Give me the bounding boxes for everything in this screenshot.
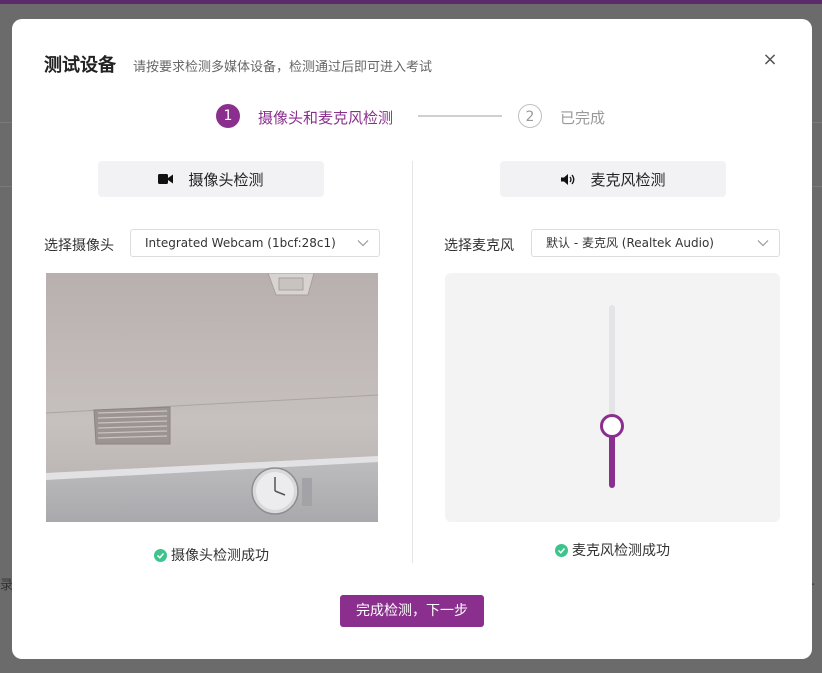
camera-status: 摄像头检测成功 [154,545,269,565]
step-2-indicator: 2 [518,104,542,128]
check-circle-icon [154,548,167,562]
step-1-indicator: 1 [216,104,240,128]
camera-test-button[interactable]: 摄像头检测 [98,161,324,197]
camera-test-label: 摄像头检测 [188,170,264,189]
device-test-dialog: 测试设备 请按要求检测多媒体设备，检测通过后即可进入考试 × 1 摄像头和麦克风… [12,19,812,659]
microphone-status-text: 麦克风检测成功 [572,543,670,559]
speaker-icon [560,173,576,186]
microphone-status: 麦克风检测成功 [555,540,670,560]
background-top-bar [0,0,822,4]
microphone-volume-panel [445,273,780,522]
step-2-label: 已完成 [560,109,606,127]
microphone-select-value: 默认 - 麦克风 (Realtek Audio) [546,236,714,250]
dialog-subtitle: 请按要求检测多媒体设备，检测通过后即可进入考试 [133,60,433,75]
microphone-test-label: 麦克风检测 [590,170,666,189]
chevron-down-icon [357,230,369,256]
finish-test-button[interactable]: 完成检测，下一步 [340,595,484,627]
video-camera-icon [158,173,174,185]
camera-select-label: 选择摄像头 [44,238,114,254]
volume-meter-thumb[interactable] [600,414,624,438]
microphone-select-label: 选择麦克风 [444,238,514,254]
volume-meter-track [609,305,615,488]
step-connector [418,115,502,117]
chevron-down-icon [757,230,769,256]
microphone-select[interactable]: 默认 - 麦克风 (Realtek Audio) [531,229,780,257]
camera-status-text: 摄像头检测成功 [171,548,269,564]
close-icon[interactable]: × [761,50,779,70]
camera-select-value: Integrated Webcam (1bcf:28c1) [145,236,336,250]
camera-select[interactable]: Integrated Webcam (1bcf:28c1) [130,229,380,257]
column-divider [412,161,413,563]
microphone-test-button[interactable]: 麦克风检测 [500,161,726,197]
step-1-label: 摄像头和麦克风检测 [258,109,394,127]
camera-preview [46,273,378,522]
dialog-title: 测试设备 [44,55,116,76]
check-circle-icon [555,543,568,557]
